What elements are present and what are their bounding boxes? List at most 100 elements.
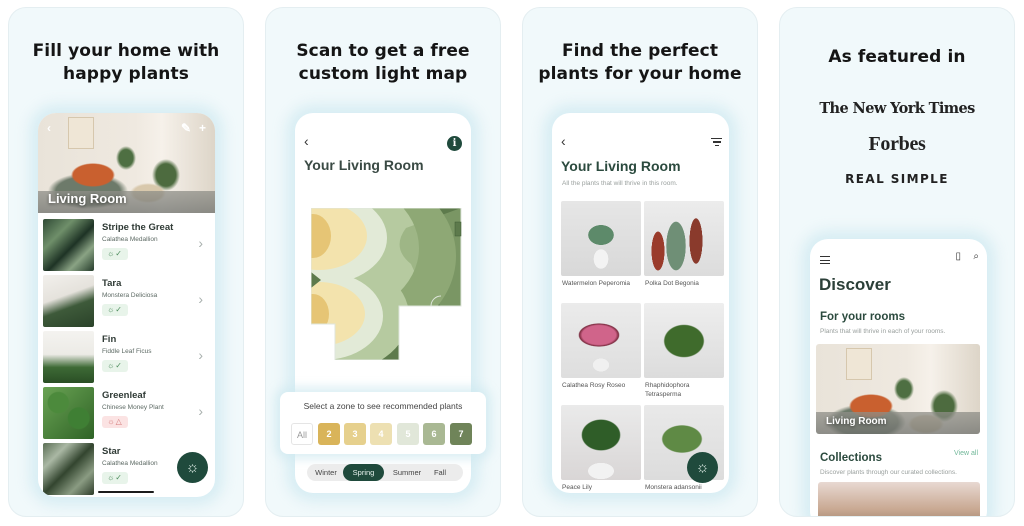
add-icon[interactable]: + bbox=[199, 121, 206, 135]
plant-nickname: Stripe the Great bbox=[102, 222, 174, 233]
plant-status-badge-warning: ☼△ bbox=[102, 416, 128, 428]
plant-card-image[interactable] bbox=[561, 303, 641, 378]
plant-list-item[interactable]: Greenleaf Chinese Money Plant ☼△ › bbox=[43, 387, 213, 439]
plant-card-name[interactable]: Calathea Rosy Roseo bbox=[562, 381, 642, 390]
room-title: Living Room bbox=[48, 191, 127, 206]
phone-screen-recommendations: ‹ Your Living Room All the plants that w… bbox=[552, 113, 729, 493]
zone-3-button[interactable]: 3 bbox=[344, 423, 366, 445]
panel-headline: Scan to get a free custom light map bbox=[266, 40, 500, 86]
page-title: Discover bbox=[819, 275, 891, 294]
plant-thumbnail bbox=[43, 443, 94, 495]
plant-status-badge: ☼✓ bbox=[102, 248, 128, 260]
chevron-right-icon: › bbox=[198, 347, 203, 363]
headline-line-2: happy plants bbox=[63, 64, 189, 84]
zone-4-button[interactable]: 4 bbox=[370, 423, 392, 445]
plant-nickname: Star bbox=[102, 446, 121, 457]
plant-thumbnail bbox=[43, 331, 94, 383]
home-indicator bbox=[98, 491, 154, 493]
panel-happy-plants: Fill your home with happy plants ‹ ✎ + L… bbox=[8, 7, 244, 517]
press-logo-real-simple: REAL SIMPLE bbox=[845, 172, 949, 186]
season-spring-tab[interactable]: Spring bbox=[343, 464, 384, 481]
phone-screen-discover: ▯ ⌕ Discover For your rooms Plants that … bbox=[810, 239, 987, 516]
back-icon[interactable]: ‹ bbox=[304, 133, 309, 149]
press-logo-forbes: Forbes bbox=[868, 133, 926, 155]
chevron-right-icon: › bbox=[198, 403, 203, 419]
plant-status-badge: ☼✓ bbox=[102, 360, 128, 372]
view-all-link[interactable]: View all bbox=[954, 450, 978, 457]
room-title: Your Living Room bbox=[304, 157, 424, 173]
plant-nickname: Tara bbox=[102, 278, 122, 289]
zone-selector: Select a zone to see recommended plants … bbox=[280, 392, 486, 454]
plant-card-image[interactable] bbox=[644, 303, 724, 378]
zone-5-button[interactable]: 5 bbox=[397, 423, 419, 445]
room-hero-image: ‹ ✎ + Living Room bbox=[38, 113, 215, 213]
plant-card-name[interactable]: Peace Lily bbox=[562, 483, 642, 492]
back-icon[interactable]: ‹ bbox=[561, 133, 566, 149]
plant-species: Chinese Money Plant bbox=[102, 404, 164, 411]
zone-2-button[interactable]: 2 bbox=[318, 423, 340, 445]
zone-prompt: Select a zone to see recommended plants bbox=[303, 401, 463, 411]
window-marker bbox=[454, 221, 462, 237]
press-logo-nyt: The New York Times bbox=[819, 100, 975, 117]
plant-list-item[interactable]: Tara Monstera Deliciosa ☼✓ › bbox=[43, 275, 213, 327]
chevron-right-icon: › bbox=[198, 235, 203, 251]
panel-headline: As featured in bbox=[828, 47, 966, 67]
collections-heading: Collections bbox=[820, 452, 882, 464]
rooms-heading: For your rooms bbox=[820, 311, 905, 323]
plant-nickname: Fin bbox=[102, 334, 117, 345]
plant-card-image[interactable] bbox=[561, 201, 641, 276]
info-icon[interactable]: i bbox=[447, 136, 462, 151]
plant-card-name[interactable]: Watermelon Peperomia bbox=[562, 279, 642, 288]
panel-light-map: Scan to get a free custom light map ‹ i … bbox=[265, 7, 501, 517]
season-selector: Winter Spring Summer Fall bbox=[307, 464, 463, 481]
zone-all-button[interactable]: All bbox=[291, 423, 313, 445]
zone-7-button[interactable]: 7 bbox=[450, 423, 472, 445]
edit-icon[interactable]: ✎ bbox=[181, 121, 191, 135]
collections-subtitle: Discover plants through our curated coll… bbox=[820, 469, 957, 476]
plant-nickname: Greenleaf bbox=[102, 390, 146, 401]
bookmark-icon[interactable]: ▯ bbox=[955, 251, 961, 262]
light-meter-button[interactable]: ☼ bbox=[177, 452, 208, 483]
plant-card-image[interactable] bbox=[644, 201, 724, 276]
plant-card-name[interactable]: Polka Dot Begonia bbox=[645, 279, 725, 288]
collection-card-image[interactable] bbox=[818, 482, 980, 516]
light-map[interactable] bbox=[311, 208, 463, 360]
headline-line-1: Find the perfect bbox=[561, 41, 719, 61]
season-summer-tab[interactable]: Summer bbox=[389, 464, 425, 481]
room-title: Your Living Room bbox=[561, 158, 681, 174]
light-meter-icon: ☼ bbox=[185, 459, 200, 476]
wall-art bbox=[68, 117, 94, 149]
zone-6-button[interactable]: 6 bbox=[423, 423, 445, 445]
back-icon[interactable]: ‹ bbox=[47, 121, 51, 135]
plant-thumbnail bbox=[43, 387, 94, 439]
wall-art bbox=[846, 348, 872, 380]
plant-thumbnail bbox=[43, 275, 94, 327]
plant-list-item[interactable]: Fin Fiddle Leaf Ficus ☼✓ › bbox=[43, 331, 213, 383]
panel-headline: Find the perfect plants for your home bbox=[523, 40, 757, 86]
room-card-image: Living Room bbox=[816, 344, 980, 434]
season-fall-tab[interactable]: Fall bbox=[427, 464, 453, 481]
plant-card-name[interactable]: Rhaphidophora Tetrasperma bbox=[645, 381, 725, 399]
headline-line-2: plants for your home bbox=[538, 64, 742, 84]
panel-headline: Fill your home with happy plants bbox=[9, 40, 243, 86]
menu-icon[interactable] bbox=[820, 256, 830, 267]
headline-line-1: Scan to get a free bbox=[296, 41, 470, 61]
light-meter-icon: ☼ bbox=[695, 459, 710, 476]
plant-card-name[interactable]: Monstera adansonii bbox=[645, 483, 725, 492]
light-meter-button[interactable]: ☼ bbox=[687, 452, 718, 483]
plant-status-badge: ☼✓ bbox=[102, 304, 128, 316]
phone-screen-light-map: ‹ i Your Living Room Select a zone to se… bbox=[280, 113, 486, 493]
room-card[interactable]: Living Room bbox=[816, 344, 980, 434]
filter-icon[interactable] bbox=[711, 138, 722, 148]
season-winter-tab[interactable]: Winter bbox=[311, 464, 341, 481]
plant-list-item[interactable]: Stripe the Great Calathea Medallion ☼✓ › bbox=[43, 219, 213, 271]
plant-card-image[interactable] bbox=[561, 405, 641, 480]
rooms-subtitle: Plants that will thrive in each of your … bbox=[820, 328, 946, 335]
plant-thumbnail bbox=[43, 219, 94, 271]
headline-line-2: custom light map bbox=[298, 64, 468, 84]
app-store-screenshots: Fill your home with happy plants ‹ ✎ + L… bbox=[0, 0, 1024, 526]
plant-species: Calathea Medallion bbox=[102, 236, 158, 243]
search-icon[interactable]: ⌕ bbox=[973, 251, 979, 262]
plant-species: Monstera Deliciosa bbox=[102, 292, 158, 299]
panel-find-plants: Find the perfect plants for your home ‹ … bbox=[522, 7, 758, 517]
